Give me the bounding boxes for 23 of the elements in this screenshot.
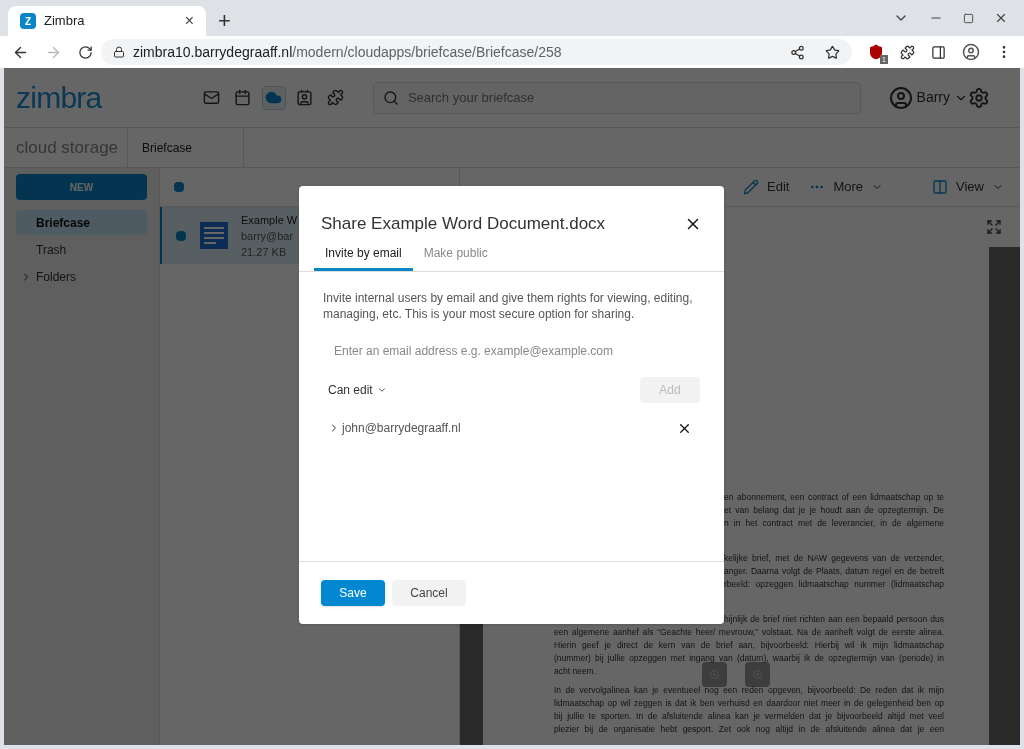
document-text-line: In de vervolgalinea kan je eventueel nog een reden opgeven, bijvoorbeeld: De reden dat ik mijn <box>554 684 944 697</box>
document-text-line: acht neem. <box>554 665 597 678</box>
document-text-line: een algemene aanhef als “Geachte heer/ mevrouw,” volstaat. Na de aanheft volgt de eerste alinea. <box>554 626 944 639</box>
file-owner: barry@bar <box>241 228 295 244</box>
tab-title: Zimbra <box>44 12 86 31</box>
file-name: Example W <box>241 212 298 228</box>
document-text-line: anger. Daarna volgt de Plaats, datum regel en de betreft <box>724 565 944 578</box>
recipient-email: john@barrydegraaff.nl <box>342 420 461 437</box>
dialog-description: Invite internal users by email and give them rights for viewing, editing, managing, etc. This is your most secure option for sharing. <box>323 290 694 322</box>
document-text-line: et van belang dat je je houdt aan de opzegtermijn. De <box>724 504 944 517</box>
document-text-line: hijnlijk de brief niet richten aan een bepaald persoon dus <box>724 613 944 626</box>
document-text-line: (nummer) bij jullie opzeggen met ingang van (datum), waarbij ik de opzegtermijn van (periode) in <box>554 652 944 665</box>
document-text-line: plezier bij de organisatie hebt gesport. Zet ook nog altijd in de afsluitende alinea dat je een <box>554 723 944 736</box>
document-text-line: kelijke brief, met de NAW gegevens van de verzender, <box>724 552 944 565</box>
url-text: zimbra10.barrydegraaff.nl/modern/cloudapps/briefcase/Briefcase/258 <box>133 42 562 62</box>
document-text-line: rbeeld: opzeggen lidmaatschap nummer (lidmaatschap <box>724 578 944 591</box>
file-size: 21.27 KB <box>241 244 288 260</box>
document-text-line: Hierin geef je direct de kern van de brief aan, bijvoorbeeld: Hierbij wil ik mijn lidmaatschap <box>554 639 944 652</box>
document-text-line: lidmaatschap op wil zeggen is dat ik ben verhuisd en daardoor niet meer in de gelegenheid ben op <box>554 697 944 710</box>
favicon: Z <box>20 13 36 29</box>
document-text-line: bij jullie te sporten. In de afsluitende alinea kan je vermelden dat je bijvoorbeeld altijd met veel <box>554 710 944 723</box>
dialog-title: Share Example Word Document.docx <box>321 213 606 236</box>
document-text-line: en abonnement, een contract of een lidmaatschap op te <box>724 491 944 504</box>
